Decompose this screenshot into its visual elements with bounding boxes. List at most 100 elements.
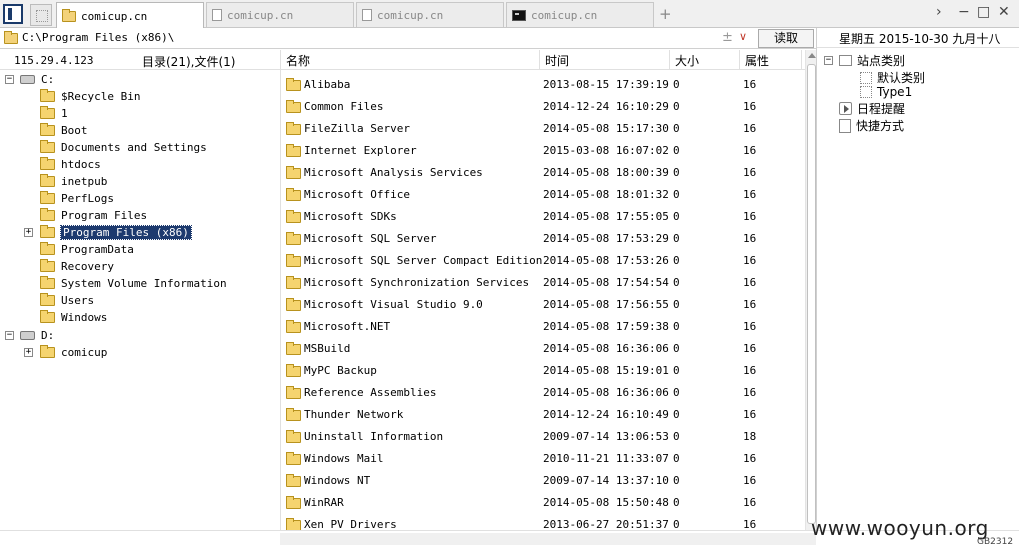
- file-row[interactable]: MyPC Backup 2014-05-08 15:19:01 0 16: [281, 360, 805, 382]
- file-row[interactable]: Microsoft Analysis Services 2014-05-08 18…: [281, 162, 805, 184]
- file-attr: 16: [743, 78, 757, 91]
- file-name: Thunder Network: [304, 408, 404, 421]
- tree-node[interactable]: Boot: [40, 122, 88, 139]
- file-size: 0: [673, 386, 680, 399]
- expand-icon[interactable]: +: [24, 228, 33, 237]
- column-attr[interactable]: 属性: [745, 52, 769, 69]
- file-row[interactable]: WinRAR 2014-05-08 15:50:48 0 16: [281, 492, 805, 514]
- site-category[interactable]: 站点类别: [839, 52, 905, 69]
- file-time: 2014-05-08 15:50:48: [543, 496, 669, 509]
- tree-node-label: htdocs: [61, 158, 101, 171]
- file-row[interactable]: Xen PV Drivers 2013-06-27 20:51:37 0 16: [281, 514, 805, 530]
- vertical-scrollbar[interactable]: [805, 50, 816, 530]
- tree-node[interactable]: Program Files: [40, 207, 147, 224]
- tab-3[interactable]: comicup.cn: [356, 2, 504, 27]
- tree-node[interactable]: Users: [40, 292, 94, 309]
- schedule-reminder[interactable]: 日程提醒: [839, 100, 905, 117]
- file-row[interactable]: Microsoft SQL Server Compact Edition 2014…: [281, 250, 805, 272]
- directory-tree: C: − $Recycle Bin 1 Boot Documents and S…: [0, 70, 280, 530]
- file-row[interactable]: Thunder Network 2014-12-24 16:10:49 0 16: [281, 404, 805, 426]
- tree-node-selected[interactable]: Program Files (x86): [40, 224, 192, 241]
- tab-2[interactable]: comicup.cn: [206, 2, 354, 27]
- scroll-up-icon[interactable]: [808, 53, 816, 58]
- new-blank-tab[interactable]: [30, 4, 52, 26]
- file-time: 2015-03-08 16:07:02: [543, 144, 669, 157]
- tree-node[interactable]: Recovery: [40, 258, 114, 275]
- file-row[interactable]: Microsoft Synchronization Services 2014-0…: [281, 272, 805, 294]
- file-row[interactable]: FileZilla Server 2014-05-08 15:17:30 0 16: [281, 118, 805, 140]
- tree-node[interactable]: Windows: [40, 309, 107, 326]
- file-row[interactable]: Microsoft SDKs 2014-05-08 17:55:05 0 16: [281, 206, 805, 228]
- drive-icon: [20, 331, 35, 340]
- file-row[interactable]: Internet Explorer 2015-03-08 16:07:02 0 16: [281, 140, 805, 162]
- tree-node-drive[interactable]: D:: [20, 327, 54, 344]
- read-button[interactable]: 读取: [758, 29, 814, 48]
- folder-icon: [40, 191, 55, 204]
- add-tab-button[interactable]: +: [659, 5, 672, 23]
- site-category-label: 站点类别: [857, 54, 906, 68]
- folder-icon: [286, 342, 301, 355]
- file-row[interactable]: MSBuild 2014-05-08 16:36:06 0 16: [281, 338, 805, 360]
- subcategory-icon: [860, 71, 872, 84]
- file-row[interactable]: Microsoft.NET 2014-05-08 17:59:38 0 16: [281, 316, 805, 338]
- collapse-icon[interactable]: −: [5, 331, 14, 340]
- folder-icon: [286, 386, 301, 399]
- tree-node-drive[interactable]: C:: [20, 71, 54, 88]
- tree-node[interactable]: ProgramData: [40, 241, 134, 258]
- column-time[interactable]: 时间: [545, 52, 569, 69]
- column-name[interactable]: 名称: [286, 52, 310, 69]
- tree-node[interactable]: comicup: [40, 344, 107, 361]
- tab-1[interactable]: comicup.cn: [56, 2, 204, 29]
- file-row[interactable]: Alibaba 2013-08-15 17:39:19 0 16: [281, 74, 805, 96]
- tree-node[interactable]: $Recycle Bin: [40, 88, 140, 105]
- default-category[interactable]: 默认类别: [860, 69, 925, 86]
- close-button[interactable]: ✕: [998, 4, 1010, 20]
- file-time: 2014-12-24 16:10:49: [543, 408, 669, 421]
- collapse-icon[interactable]: −: [5, 75, 14, 84]
- maximize-button[interactable]: □: [977, 4, 990, 20]
- tree-node[interactable]: PerfLogs: [40, 190, 114, 207]
- dropdown-icon[interactable]: ∨: [739, 30, 747, 43]
- scroll-thumb[interactable]: [807, 64, 816, 524]
- folder-icon: [286, 408, 301, 421]
- horizontal-scrollbar[interactable]: [280, 533, 816, 545]
- type1-label: Type1: [877, 85, 913, 99]
- file-row[interactable]: Uninstall Information 2009-07-14 13:06:53…: [281, 426, 805, 448]
- type1-category[interactable]: Type1: [860, 85, 912, 99]
- file-name: Reference Assemblies: [304, 386, 437, 399]
- file-time: 2009-07-14 13:06:53: [543, 430, 669, 443]
- tree-node[interactable]: 1: [40, 105, 68, 122]
- file-row[interactable]: Microsoft SQL Server 2014-05-08 17:53:29 0…: [281, 228, 805, 250]
- file-attr: 16: [743, 298, 757, 311]
- tree-node-label: 1: [61, 107, 68, 120]
- file-row[interactable]: Microsoft Visual Studio 9.0 2014-05-08 17…: [281, 294, 805, 316]
- tree-node[interactable]: System Volume Information: [40, 275, 227, 292]
- document-icon: [212, 9, 222, 21]
- file-row[interactable]: Common Files 2014-12-24 16:10:29 0 16: [281, 96, 805, 118]
- file-row[interactable]: Microsoft Office 2014-05-08 18:01:32 0 16: [281, 184, 805, 206]
- folder-icon: [286, 78, 301, 91]
- date-display: 星期五 2015-10-30 九月十八: [839, 32, 1001, 46]
- column-size[interactable]: 大小: [675, 52, 699, 69]
- tree-node[interactable]: inetpub: [40, 173, 107, 190]
- minimize-button[interactable]: −: [958, 4, 970, 20]
- collapse-icon[interactable]: −: [824, 56, 833, 65]
- path-input[interactable]: C:\Program Files (x86)\: [22, 31, 174, 44]
- tab-4[interactable]: comicup.cn: [506, 2, 654, 27]
- folder-icon: [286, 144, 301, 157]
- app-menu-icon[interactable]: [3, 4, 23, 24]
- terminal-icon: [512, 9, 526, 21]
- folder-icon: [286, 210, 301, 223]
- tree-node[interactable]: Documents and Settings: [40, 139, 207, 156]
- folder-icon: [40, 208, 55, 221]
- file-row[interactable]: Windows NT 2009-07-14 13:37:10 0 16: [281, 470, 805, 492]
- shortcuts[interactable]: 快捷方式: [839, 117, 904, 134]
- tree-node[interactable]: htdocs: [40, 156, 101, 173]
- file-row[interactable]: Reference Assemblies 2014-05-08 16:36:06 0…: [281, 382, 805, 404]
- chevron-right-icon[interactable]: ›: [936, 4, 942, 20]
- expand-icon[interactable]: +: [24, 348, 33, 357]
- file-name: Windows Mail: [304, 452, 384, 465]
- file-row[interactable]: Windows Mail 2010-11-21 11:33:07 0 16: [281, 448, 805, 470]
- plus-minus-icon[interactable]: ±: [722, 30, 733, 45]
- file-time: 2014-05-08 16:36:06: [543, 342, 669, 355]
